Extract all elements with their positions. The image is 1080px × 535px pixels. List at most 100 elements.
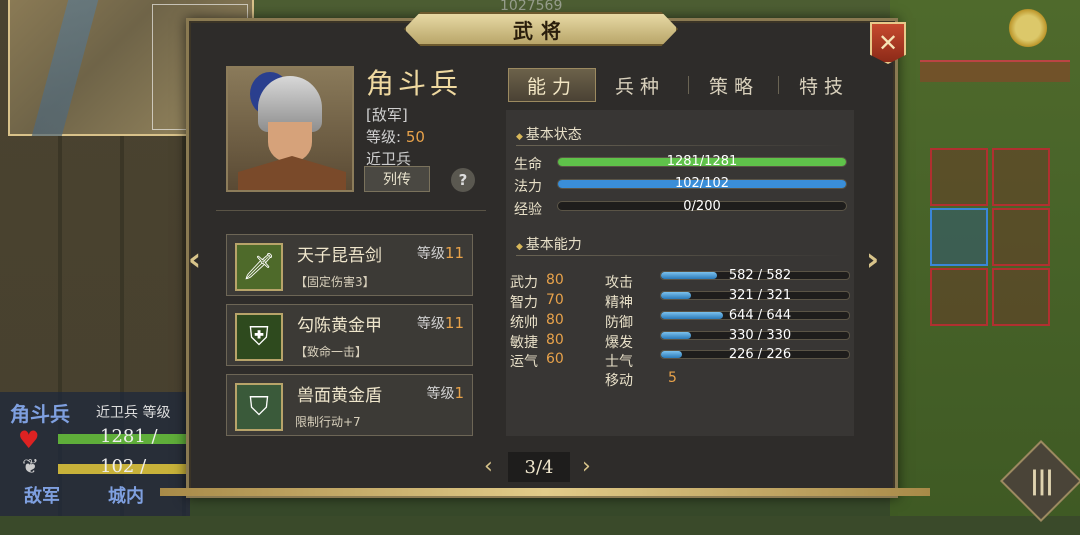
exp-value: 0/200 (683, 199, 721, 214)
dialog-bottom-trim (160, 488, 930, 496)
stat-value: 321 / 321 (728, 288, 792, 303)
section-divider (516, 145, 846, 146)
map-grid-cell[interactable] (930, 268, 988, 326)
equipment-item-weapon[interactable]: 🗡 天子昆吾剑 等级11 【固定伤害3】 (226, 234, 473, 296)
equipment-desc: 限制行动+7 (295, 415, 361, 429)
map-grid-cell[interactable] (930, 148, 988, 206)
unit-hud: 角斗兵 近卫兵 等级 ♥ 1281 / ❦ 102 / 敌军 城内 (0, 392, 190, 516)
equipment-name: 勾陈黄金甲 (297, 316, 382, 336)
feather-icon: ❦ (22, 454, 39, 478)
equipment-level-value: 11 (444, 314, 464, 332)
section-divider (516, 255, 846, 256)
stat-value: 582 / 582 (728, 268, 792, 283)
hud-unit-class: 近卫兵 等级 (96, 405, 171, 421)
dialog-title: 武将 (404, 12, 678, 46)
equipment-name: 天子昆吾剑 (297, 246, 382, 266)
equipment-level-label: 等级 (416, 316, 445, 332)
page-indicator: 3/4 (508, 452, 570, 482)
mp-label: 法力 (514, 179, 542, 195)
unit-level: 等级: 50 (366, 126, 425, 147)
next-unit-arrow[interactable]: › (866, 240, 879, 278)
unit-level-label: 等级: (366, 128, 402, 146)
attr-value: 60 (546, 351, 564, 367)
attr-value: 80 (546, 272, 564, 288)
prev-page-arrow[interactable]: ‹ (484, 454, 493, 479)
hp-value: 1281/1281 (666, 154, 738, 169)
minimap-river (31, 0, 99, 136)
heart-icon: ♥ (18, 426, 40, 454)
biography-button[interactable]: 列传 (364, 166, 430, 192)
equipment-level-label: 等级 (416, 246, 445, 262)
attr-label: 运气 (510, 354, 538, 370)
stat-value: 644 / 644 (728, 308, 792, 323)
top-score: 1027569 (500, 0, 563, 14)
stat-label: 爆发 (605, 335, 633, 351)
stat-label: 攻击 (605, 275, 633, 291)
page-switcher: ‹ 3/4 › (484, 452, 596, 482)
attr-value: 70 (546, 292, 564, 308)
tab-separator (688, 76, 689, 94)
attr-value: 80 (546, 312, 564, 328)
exp-label: 经验 (514, 202, 542, 218)
equipment-desc: 【致命一击】 (295, 345, 368, 359)
portrait-face (268, 122, 312, 162)
sword-icon: 🗡 (235, 243, 283, 291)
equipment-level: 等级11 (417, 313, 464, 333)
tab-skills[interactable]: 特技 (780, 68, 868, 102)
map-wall-segment (920, 60, 1070, 82)
mp-value: 102/102 (674, 176, 729, 191)
equipment-level: 等级1 (426, 383, 464, 403)
equipment-name: 兽面黄金盾 (297, 386, 382, 406)
tab-separator (778, 76, 779, 94)
menu-icon: ||| (1029, 466, 1053, 496)
stat-label: 精神 (605, 295, 633, 311)
map-grid-cell[interactable] (992, 148, 1050, 206)
equipment-desc: 【固定伤害3】 (295, 275, 375, 289)
armor-icon: ⛨ (235, 313, 283, 361)
hud-unit-name: 角斗兵 (10, 402, 70, 426)
stat-value: 226 / 226 (728, 347, 792, 362)
move-value: 5 (668, 370, 677, 386)
equipment-item-armor[interactable]: ⛨ 勾陈黄金甲 等级11 【致命一击】 (226, 304, 473, 366)
attr-label: 敏捷 (510, 335, 538, 351)
unit-level-value: 50 (405, 128, 425, 146)
tab-ability[interactable]: 能力 (508, 68, 596, 102)
basic-status-title: 基本状态 (516, 124, 582, 144)
map-grid-cell[interactable] (992, 268, 1050, 326)
stat-bar-fill (661, 332, 692, 339)
tab-troop-type[interactable]: 兵种 (596, 68, 684, 102)
tab-strategy[interactable]: 策略 (690, 68, 778, 102)
stat-value: 330 / 330 (728, 328, 792, 343)
stat-label: 防御 (605, 315, 633, 331)
equipment-item-shield[interactable]: ⛉ 兽面黄金盾 等级1 限制行动+7 (226, 374, 473, 436)
equipment-level: 等级11 (417, 243, 464, 263)
equipment-level-value: 11 (444, 244, 464, 262)
map-grid-cell-selected[interactable] (930, 208, 988, 266)
divider (216, 210, 486, 211)
hud-hp-value: 1281 / (100, 426, 158, 447)
hp-label: 生命 (514, 157, 542, 173)
prev-unit-arrow[interactable]: ‹ (188, 240, 201, 278)
basic-ability-title: 基本能力 (516, 234, 582, 254)
unit-name: 角斗兵 (366, 67, 463, 100)
stat-label: 士气 (605, 354, 633, 370)
map-grid-cell[interactable] (992, 208, 1050, 266)
stat-bar-fill (661, 351, 682, 358)
help-button[interactable]: ? (451, 168, 475, 192)
attr-value: 80 (546, 332, 564, 348)
portrait-scarf (238, 156, 346, 190)
sun-weather-icon[interactable] (1006, 6, 1050, 50)
move-label: 移动 (605, 373, 633, 389)
hud-side: 敌军 (24, 486, 60, 507)
attr-label: 统帅 (510, 315, 538, 331)
close-x-icon: ✕ (877, 29, 899, 57)
unit-portrait (226, 66, 354, 192)
hud-location: 城内 (108, 486, 144, 507)
unit-side: [敌军] (366, 106, 408, 124)
next-page-arrow[interactable]: › (582, 454, 591, 479)
equipment-level-label: 等级 (426, 386, 455, 402)
stat-bar-fill (661, 292, 692, 299)
equipment-level-value: 1 (454, 384, 464, 402)
shield-icon: ⛉ (235, 383, 283, 431)
info-tabs: 能力 兵种 策略 特技 (508, 68, 854, 102)
